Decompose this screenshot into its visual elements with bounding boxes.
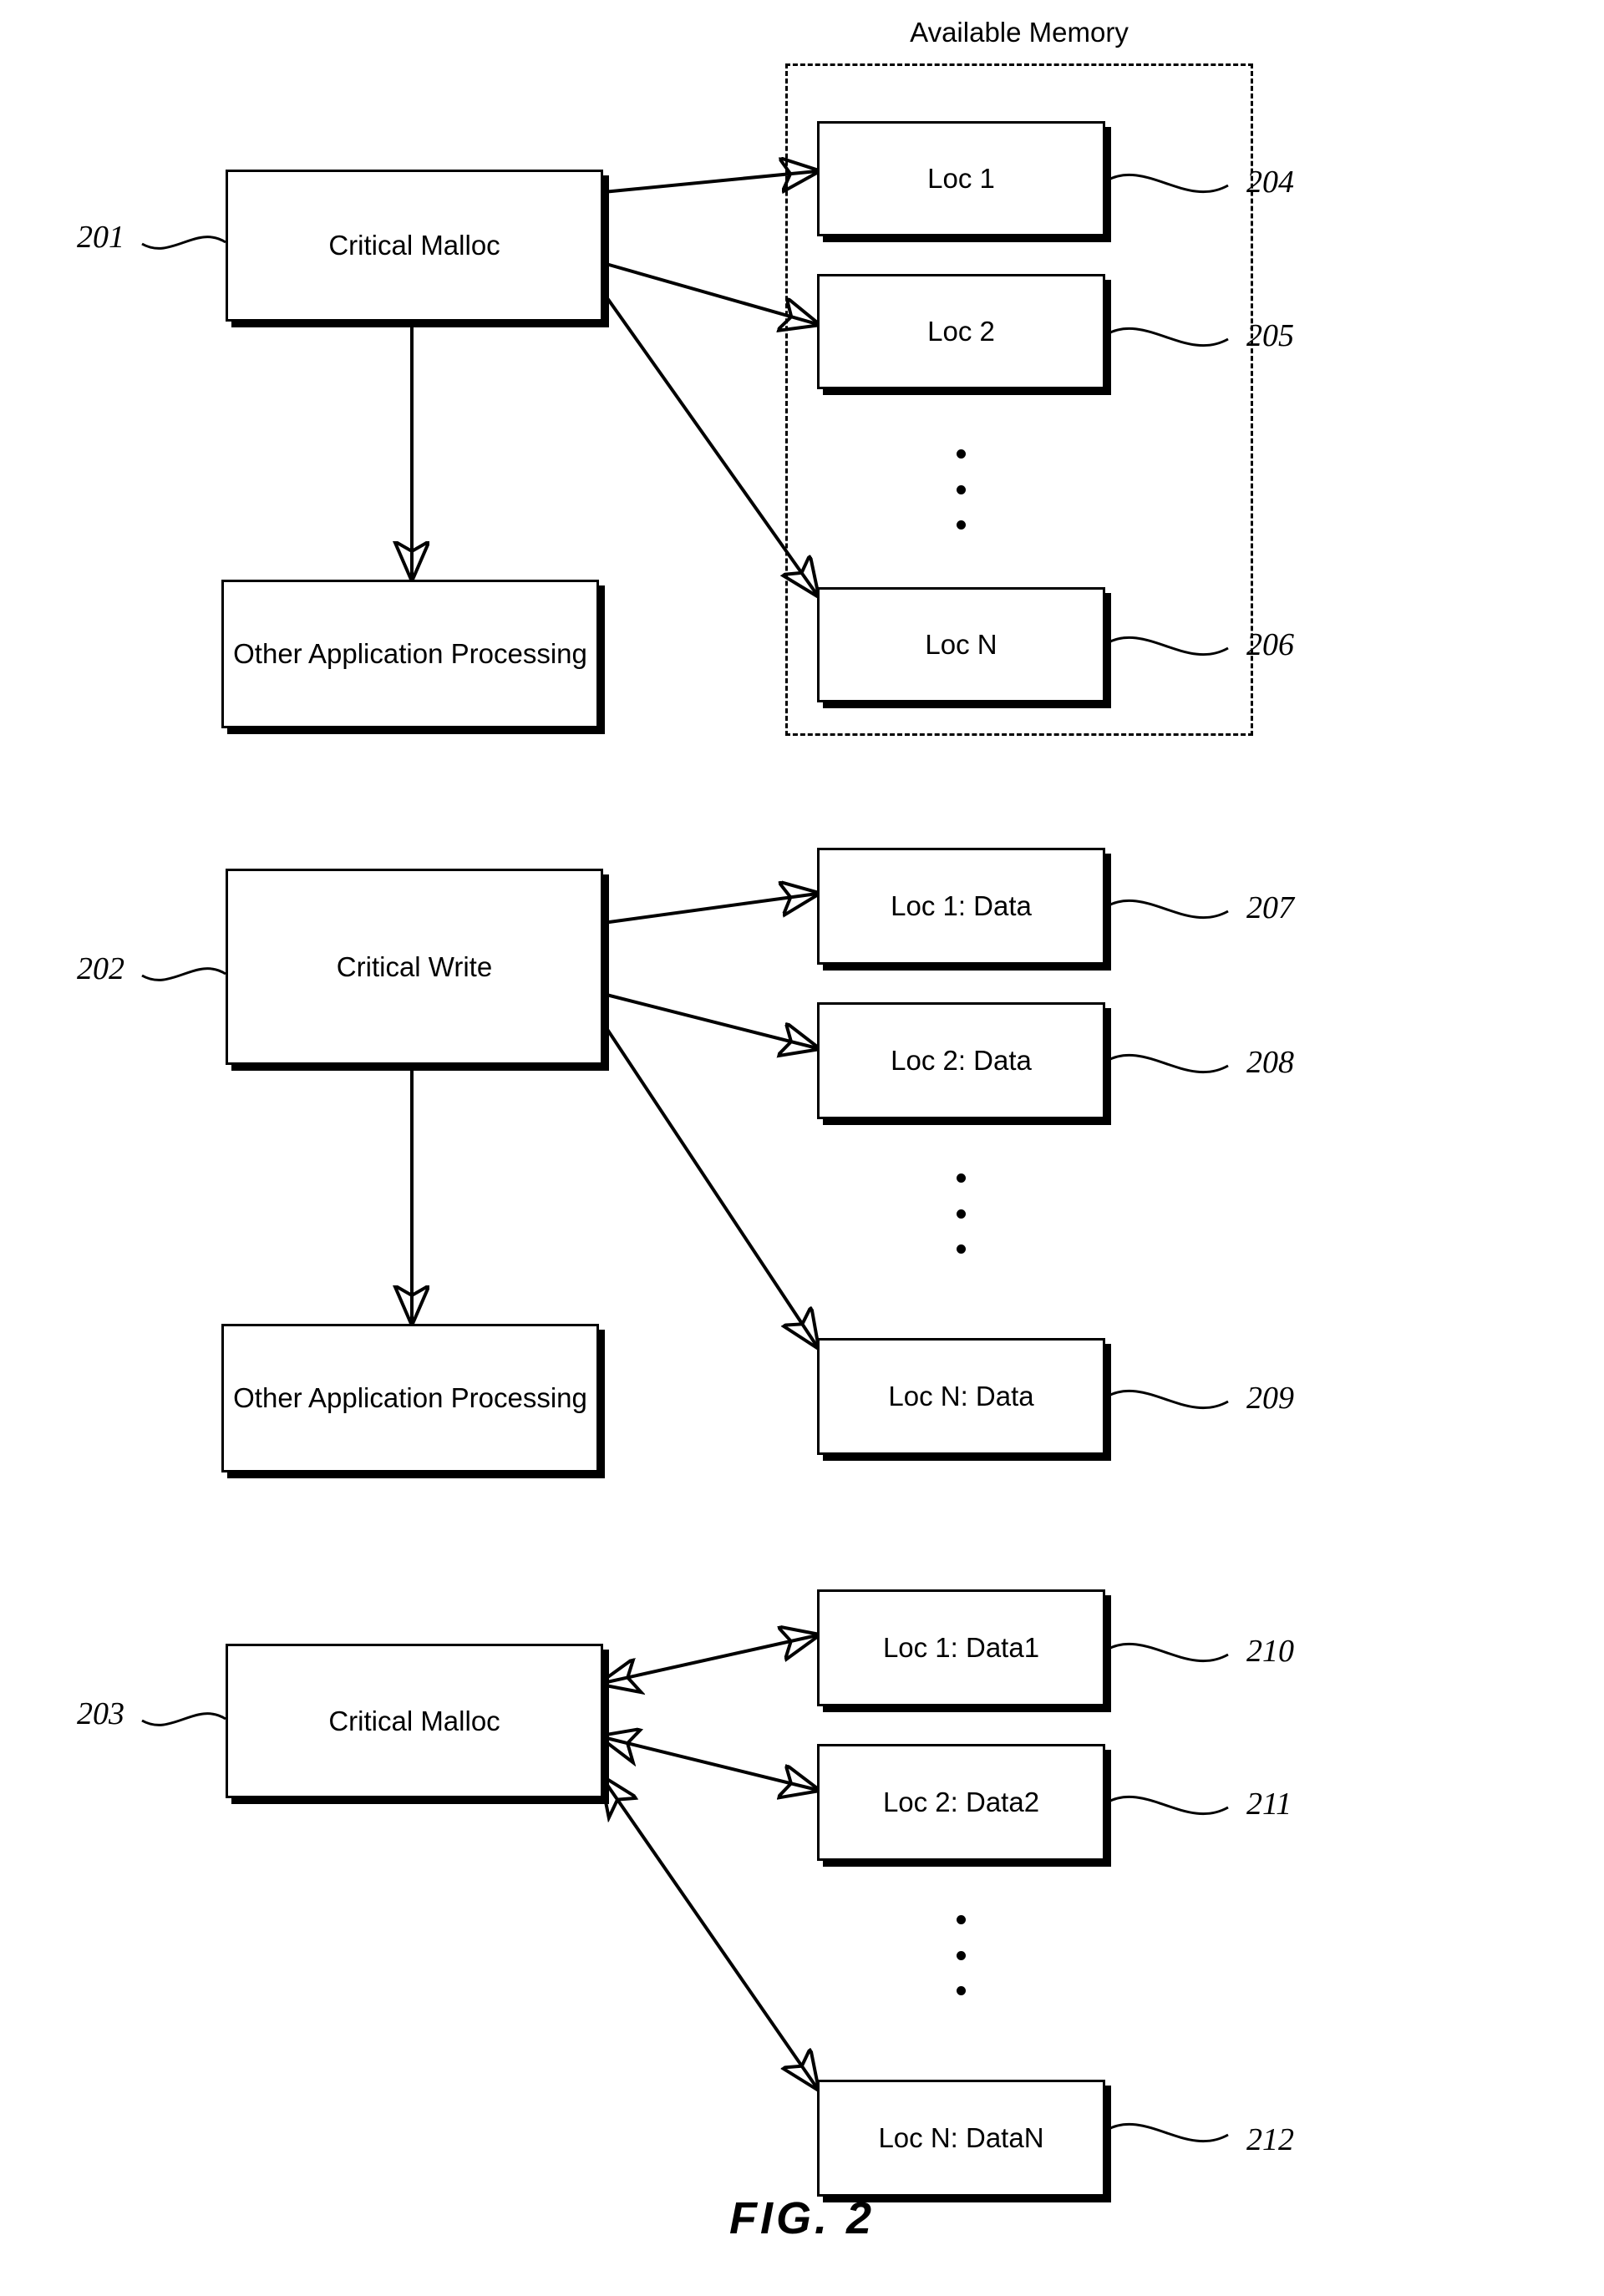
arrow-203-loc2data2 — [603, 1737, 817, 1790]
ref-208: 208 — [1246, 1045, 1294, 1080]
memory-loc-box-205[interactable]: Loc 2 — [817, 274, 1105, 389]
arrow-203-loc1data1 — [603, 1635, 817, 1683]
ellipsis-section-203 — [957, 1915, 966, 1995]
ref-209: 209 — [1246, 1381, 1294, 1416]
leader-212 — [1106, 2122, 1229, 2143]
memory-loc-box-211[interactable]: Loc 2: Data2 — [817, 1744, 1105, 1861]
leader-211 — [1106, 1795, 1229, 1816]
ref-204: 204 — [1246, 165, 1294, 200]
ref-205: 205 — [1246, 318, 1294, 353]
ellipsis-dot — [957, 520, 966, 530]
memory-loc-box-209[interactable]: Loc N: Data — [817, 1338, 1105, 1455]
leader-203 — [141, 1712, 226, 1726]
ref-210: 210 — [1246, 1634, 1294, 1669]
memory-loc-box-212[interactable]: Loc N: DataN — [817, 2080, 1105, 2197]
patent-figure: Available Memory 201 Critical Malloc Oth… — [0, 0, 1604, 2296]
leader-208 — [1106, 1053, 1229, 1074]
memory-loc-box-208[interactable]: Loc 2: Data — [817, 1002, 1105, 1119]
ellipsis-dot — [957, 484, 966, 494]
other-application-processing-box-201[interactable]: Other Application Processing — [221, 580, 599, 728]
critical-malloc-box-201[interactable]: Critical Malloc — [226, 170, 603, 322]
ref-207: 207 — [1246, 890, 1294, 925]
ref-202: 202 — [77, 951, 124, 986]
ellipsis-section-202 — [957, 1173, 966, 1254]
ref-203: 203 — [77, 1696, 124, 1731]
arrow-202-to-locndata — [602, 1021, 817, 1346]
leader-210 — [1106, 1642, 1229, 1663]
ellipsis-dot — [957, 1244, 966, 1254]
memory-loc-box-210[interactable]: Loc 1: Data1 — [817, 1589, 1105, 1706]
memory-loc-box-206[interactable]: Loc N — [817, 587, 1105, 702]
arrow-202-to-loc2data — [602, 992, 817, 1048]
ref-206: 206 — [1246, 627, 1294, 662]
memory-loc-box-207[interactable]: Loc 1: Data — [817, 848, 1105, 965]
leader-207 — [1106, 899, 1229, 920]
leader-201 — [141, 236, 226, 250]
ellipsis-dot — [957, 1986, 966, 1995]
figure-caption: FIG. 2 — [728, 2193, 876, 2243]
ellipsis-section-201 — [957, 449, 966, 530]
arrow-203-locndatan — [603, 1779, 817, 2088]
available-memory-label: Available Memory — [910, 17, 1129, 48]
ellipsis-dot — [957, 1950, 966, 1960]
ellipsis-dot — [957, 1915, 966, 1924]
leader-202 — [141, 967, 226, 981]
critical-write-box-202[interactable]: Critical Write — [226, 869, 603, 1065]
ellipsis-dot — [957, 1173, 966, 1183]
ref-212: 212 — [1246, 2122, 1294, 2157]
ellipsis-dot — [957, 449, 966, 459]
ref-201: 201 — [77, 220, 124, 255]
memory-loc-box-204[interactable]: Loc 1 — [817, 121, 1105, 236]
other-application-processing-box-202[interactable]: Other Application Processing — [221, 1324, 599, 1472]
arrow-202-to-loc1data — [602, 894, 817, 925]
leader-209 — [1106, 1389, 1229, 1410]
ellipsis-dot — [957, 1209, 966, 1219]
ref-211: 211 — [1246, 1787, 1292, 1822]
critical-malloc-box-203[interactable]: Critical Malloc — [226, 1644, 603, 1798]
